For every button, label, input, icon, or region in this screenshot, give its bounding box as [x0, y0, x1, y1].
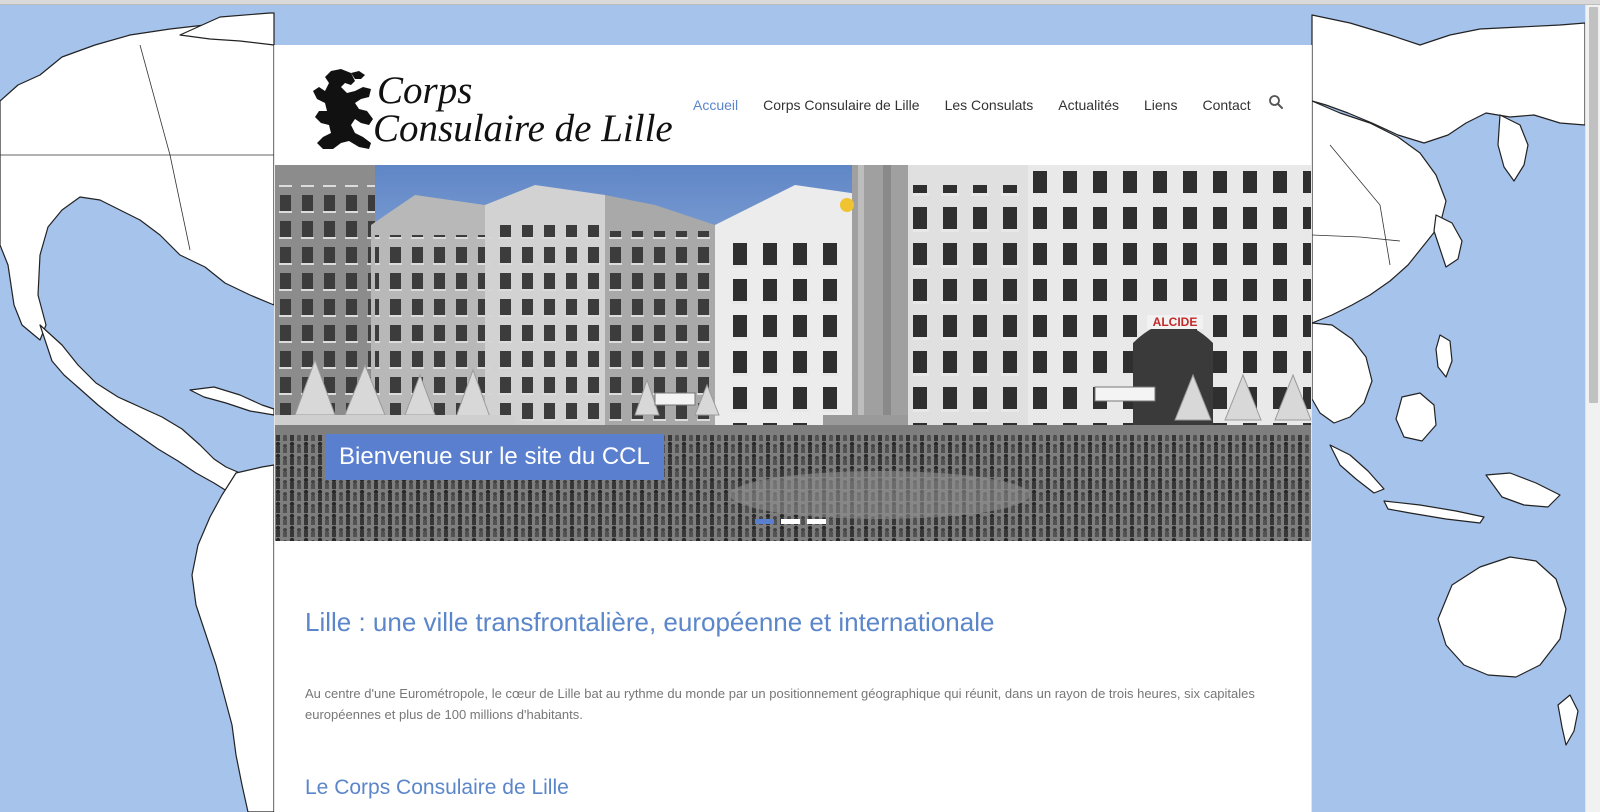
lion-emblem-icon	[313, 69, 373, 149]
nav-item-contact[interactable]: Contact	[1202, 97, 1250, 113]
page-heading: Lille : une ville transfrontalière, euro…	[305, 607, 995, 637]
scrollbar-thumb[interactable]	[1589, 7, 1598, 403]
page-scrollbar[interactable]	[1585, 5, 1600, 812]
hero-slider[interactable]: ALCIDE Bienvenue sur le site du CCL	[275, 165, 1311, 541]
slide-image-grand-place: ALCIDE	[275, 165, 1311, 541]
intro-paragraph: Au centre d'une Eurométropole, le cœur d…	[305, 686, 1255, 722]
search-icon[interactable]	[1268, 94, 1284, 110]
slider-dot-2[interactable]	[781, 519, 800, 524]
nav-item-corps-consulaire[interactable]: Corps Consulaire de Lille	[763, 97, 919, 113]
slider-dot-3[interactable]	[807, 519, 826, 524]
nav-item-actualites[interactable]: Actualités	[1058, 97, 1119, 113]
slider-dot-1[interactable]	[755, 519, 774, 524]
nav-item-liens[interactable]: Liens	[1144, 97, 1177, 113]
page-container: Corps Consulaire de Lille Accueil Corps …	[274, 45, 1312, 812]
slide-caption: Bienvenue sur le site du CCL	[325, 434, 664, 480]
nav-item-les-consulats[interactable]: Les Consulats	[945, 97, 1034, 113]
site-header: Corps Consulaire de Lille Accueil Corps …	[275, 45, 1311, 165]
site-logo[interactable]: Corps Consulaire de Lille	[311, 67, 673, 153]
section-heading: Le Corps Consulaire de Lille	[305, 776, 569, 799]
logo-text-line2: Consulaire de Lille	[373, 107, 673, 150]
shop-sign-text: ALCIDE	[1153, 315, 1198, 329]
main-navigation: Accueil Corps Consulaire de Lille Les Co…	[693, 93, 1276, 117]
slider-pagination	[755, 519, 833, 524]
logo-text-line1: Corps	[377, 69, 473, 112]
nav-item-accueil[interactable]: Accueil	[693, 97, 738, 113]
